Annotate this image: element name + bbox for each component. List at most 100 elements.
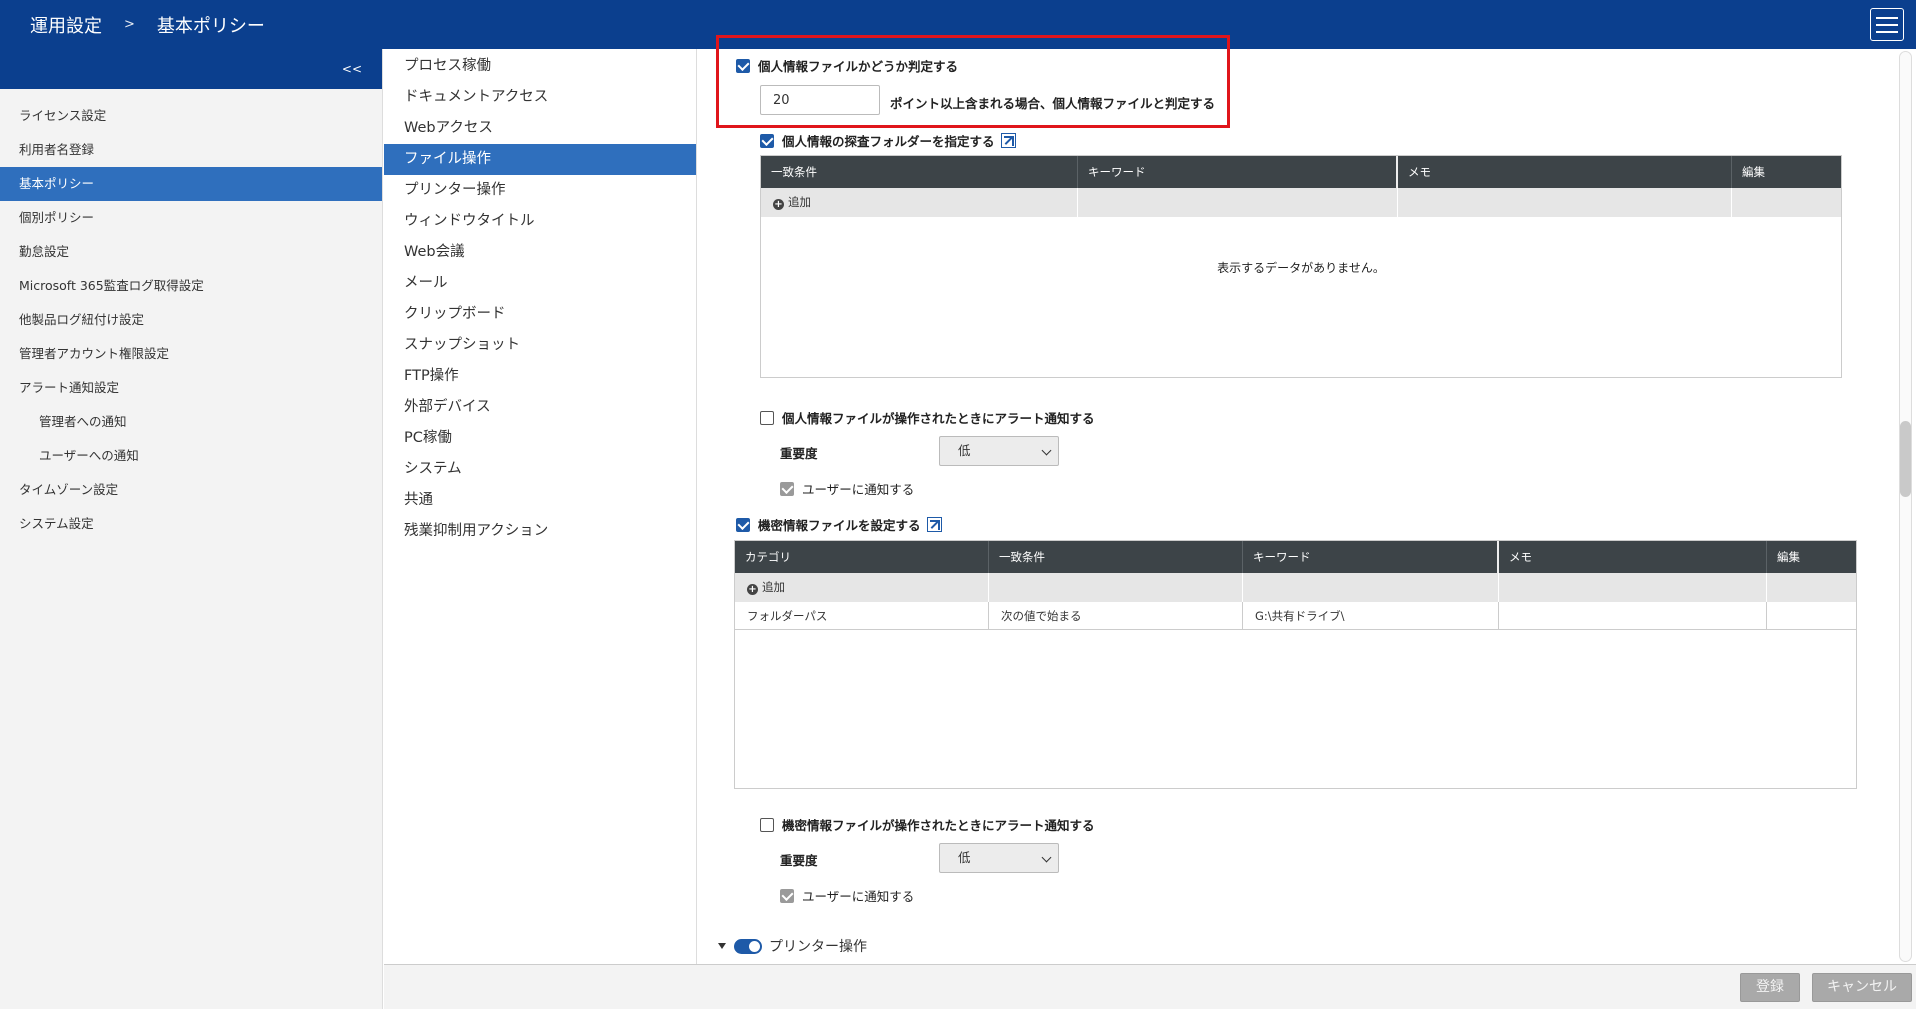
plus-circle-icon: +	[747, 584, 758, 595]
section-printer-label: プリンター操作	[769, 939, 867, 955]
personal-folder-checkbox[interactable]	[760, 133, 774, 148]
chevron-down-icon	[1041, 852, 1052, 863]
sidebar-item-admin-notify[interactable]: 管理者への通知	[0, 405, 382, 439]
category-file-operation[interactable]: ファイル操作	[384, 144, 696, 175]
sidebar-item-user-registration[interactable]: 利用者名登録	[0, 133, 382, 167]
personal-judge-label: 個人情報ファイルかどうか判定する	[758, 59, 959, 74]
personal-severity-row: 重要度	[780, 443, 818, 462]
toggle-switch-icon[interactable]	[734, 938, 762, 954]
confidential-notify-label: ユーザーに通知する	[802, 889, 915, 904]
category-process[interactable]: プロセス稼働	[384, 51, 696, 82]
confidential-severity-label: 重要度	[780, 853, 818, 868]
table-header: カテゴリ 一致条件 キーワード メモ 編集	[735, 541, 1856, 573]
category-web-meeting[interactable]: Web会議	[384, 237, 696, 268]
sidebar-item-basic-policy[interactable]: 基本ポリシー	[0, 167, 382, 201]
personal-folder-table: 一致条件 キーワード メモ 編集 + 追加 表示するデータがありません。	[760, 155, 1842, 378]
policy-category-list: プロセス稼働 ドキュメントアクセス Webアクセス ファイル操作 プリンター操作…	[384, 49, 697, 964]
empty-message: 表示するデータがありません。	[1217, 261, 1385, 275]
col-header-category: カテゴリ	[735, 541, 989, 573]
category-mail[interactable]: メール	[384, 268, 696, 299]
sidebar-item-timezone[interactable]: タイムゾーン設定	[0, 473, 382, 507]
add-button[interactable]: + 追加	[761, 188, 1078, 217]
add-row-cell	[1398, 188, 1732, 217]
personal-folder-label: 個人情報の探査フォルダーを指定する	[782, 134, 995, 149]
confidential-set-row: 機密情報ファイルを設定する	[736, 515, 942, 534]
confidential-alert-checkbox[interactable]	[760, 817, 774, 832]
threshold-input[interactable]	[760, 85, 880, 115]
sidebar-item-other-product-log[interactable]: 他製品ログ紐付け設定	[0, 303, 382, 337]
footer-bar: 登録 キャンセル	[384, 964, 1916, 1009]
section-printer-header[interactable]: プリンター操作	[718, 936, 867, 956]
confidential-alert-label: 機密情報ファイルが操作されたときにアラート通知する	[782, 818, 1095, 833]
add-button[interactable]: + 追加	[735, 573, 989, 602]
confidential-set-checkbox[interactable]	[736, 517, 750, 532]
cell-category: フォルダーパス	[735, 602, 989, 629]
category-system[interactable]: システム	[384, 454, 696, 485]
add-row-cell	[1078, 188, 1398, 217]
col-header-condition: 一致条件	[989, 541, 1243, 573]
table-add-row: + 追加	[735, 573, 1856, 602]
col-header-memo: メモ	[1499, 541, 1767, 573]
sidebar-menu: ライセンス設定 利用者名登録 基本ポリシー 個別ポリシー 勤怠設定 Micros…	[0, 99, 382, 541]
personal-alert-label: 個人情報ファイルが操作されたときにアラート通知する	[782, 411, 1095, 426]
scrollbar-track[interactable]	[1899, 51, 1912, 962]
category-common[interactable]: 共通	[384, 485, 696, 516]
category-external-device[interactable]: 外部デバイス	[384, 392, 696, 423]
sidebar-item-individual-policy[interactable]: 個別ポリシー	[0, 201, 382, 235]
breadcrumb-parent[interactable]: 運用設定	[30, 12, 102, 38]
category-snapshot[interactable]: スナップショット	[384, 330, 696, 361]
confidential-notify-row: ユーザーに通知する	[780, 886, 914, 905]
add-row-cell	[1767, 573, 1856, 602]
add-label: 追加	[788, 195, 811, 209]
col-header-edit: 編集	[1777, 550, 1800, 564]
category-pc-uptime[interactable]: PC稼働	[384, 423, 696, 454]
category-document-access[interactable]: ドキュメントアクセス	[384, 82, 696, 113]
cancel-button[interactable]: キャンセル	[1812, 973, 1912, 1002]
table-add-row: + 追加	[761, 188, 1841, 217]
table-row[interactable]: フォルダーパス 次の値で始まる G:\共有ドライブ\	[735, 602, 1856, 630]
add-row-cell	[1499, 573, 1767, 602]
sidebar-collapse-button[interactable]: <<	[0, 49, 382, 89]
sidebar-item-attendance[interactable]: 勤怠設定	[0, 235, 382, 269]
expand-icon[interactable]	[1000, 133, 1016, 148]
col-header-condition: 一致条件	[761, 156, 1078, 188]
confidential-notify-checkbox[interactable]	[780, 888, 794, 903]
personal-alert-checkbox[interactable]	[760, 410, 774, 425]
plus-circle-icon: +	[773, 199, 784, 210]
add-row-cell	[1732, 188, 1841, 217]
personal-notify-checkbox[interactable]	[780, 481, 794, 496]
sidebar-item-alert-settings[interactable]: アラート通知設定	[0, 371, 382, 405]
category-overtime-action[interactable]: 残業抑制用アクション	[384, 516, 696, 547]
scrollbar-thumb[interactable]	[1900, 421, 1911, 497]
expand-icon[interactable]	[926, 517, 942, 532]
confidential-severity-select[interactable]: 低	[939, 843, 1059, 873]
sidebar-item-user-notify[interactable]: ユーザーへの通知	[0, 439, 382, 473]
category-web-access[interactable]: Webアクセス	[384, 113, 696, 144]
confidential-severity-row: 重要度	[780, 850, 818, 869]
hamburger-menu-icon[interactable]	[1870, 8, 1904, 41]
category-ftp[interactable]: FTP操作	[384, 361, 696, 392]
caret-down-icon[interactable]	[718, 943, 726, 949]
col-header-edit: 編集	[1742, 165, 1765, 179]
table-header: 一致条件 キーワード メモ 編集	[761, 156, 1841, 188]
sidebar-item-admin-permissions[interactable]: 管理者アカウント権限設定	[0, 337, 382, 371]
threshold-suffix-row: ポイント以上含まれる場合、個人情報ファイルと判定する	[890, 93, 1215, 112]
register-button[interactable]: 登録	[1740, 973, 1800, 1002]
personal-judge-row: 個人情報ファイルかどうか判定する	[736, 56, 958, 75]
add-row-cell	[989, 573, 1243, 602]
sidebar-item-license[interactable]: ライセンス設定	[0, 99, 382, 133]
sidebar-item-m365-audit[interactable]: Microsoft 365監査ログ取得設定	[0, 269, 382, 303]
category-window-title[interactable]: ウィンドウタイトル	[384, 206, 696, 237]
category-printer[interactable]: プリンター操作	[384, 175, 696, 206]
category-clipboard[interactable]: クリップボード	[384, 299, 696, 330]
personal-folder-row: 個人情報の探査フォルダーを指定する	[760, 131, 1016, 150]
cell-condition: 次の値で始まる	[989, 602, 1243, 629]
col-header-memo: メモ	[1398, 156, 1732, 188]
vertical-scrollbar[interactable]	[1895, 49, 1916, 964]
personal-severity-select[interactable]: 低	[939, 436, 1059, 466]
cell-edit[interactable]	[1767, 602, 1856, 629]
personal-judge-checkbox[interactable]	[736, 58, 750, 73]
confidential-table: カテゴリ 一致条件 キーワード メモ 編集 + 追加 フォルダーパス 次の値で始ま…	[734, 540, 1857, 789]
sidebar-item-system[interactable]: システム設定	[0, 507, 382, 541]
confidential-set-label: 機密情報ファイルを設定する	[758, 518, 921, 533]
